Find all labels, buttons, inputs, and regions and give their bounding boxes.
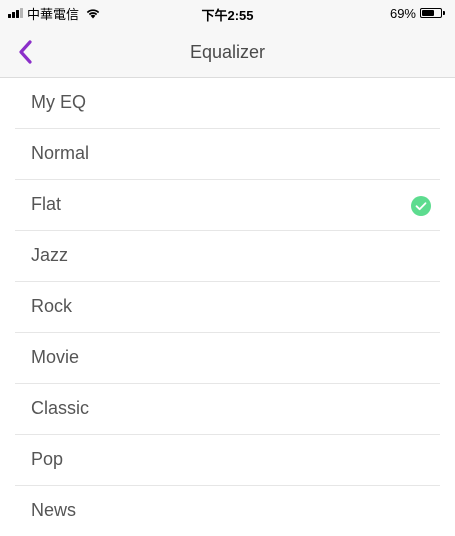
battery-percent: 69% bbox=[389, 5, 416, 21]
eq-option-flat[interactable]: Flat bbox=[0, 180, 455, 231]
eq-option-label: Jazz bbox=[31, 245, 69, 265]
eq-option-label: Pop bbox=[31, 449, 64, 469]
eq-option-classic[interactable]: Classic bbox=[0, 384, 455, 435]
status-right: 69% bbox=[390, 5, 445, 21]
battery-level bbox=[422, 10, 434, 16]
status-bar: 中華電信 下午2:55 69% bbox=[0, 0, 455, 26]
eq-option-jazz[interactable]: Jazz bbox=[0, 231, 455, 282]
status-time: 下午2:55 bbox=[201, 8, 254, 23]
eq-option-label: My EQ bbox=[31, 92, 87, 112]
eq-option-rock[interactable]: Rock bbox=[0, 282, 455, 333]
eq-option-label: Movie bbox=[31, 347, 80, 367]
eq-option-my-eq[interactable]: My EQ bbox=[0, 78, 455, 129]
eq-option-label: Classic bbox=[31, 398, 90, 418]
nav-bar: Equalizer bbox=[0, 26, 455, 78]
page-title: Equalizer bbox=[189, 42, 266, 62]
battery-tip bbox=[443, 11, 445, 15]
eq-option-label: Flat bbox=[31, 194, 62, 214]
equalizer-preset-list: My EQ Normal Flat Jazz Rock Movie Classic Pop Ne… bbox=[0, 78, 455, 536]
eq-option-label: News bbox=[31, 500, 77, 520]
eq-option-label: Normal bbox=[31, 143, 90, 163]
eq-option-pop[interactable]: Pop bbox=[0, 435, 455, 486]
eq-option-movie[interactable]: Movie bbox=[0, 333, 455, 384]
eq-option-normal[interactable]: Normal bbox=[0, 129, 455, 180]
eq-option-label: Rock bbox=[31, 296, 73, 316]
equalizer-screen: 中華電信 下午2:55 69% Equalizer My EQ Normal Fla… bbox=[0, 0, 455, 536]
check-icon bbox=[411, 196, 431, 216]
battery-icon bbox=[420, 8, 442, 18]
eq-option-news[interactable]: News bbox=[0, 486, 455, 536]
